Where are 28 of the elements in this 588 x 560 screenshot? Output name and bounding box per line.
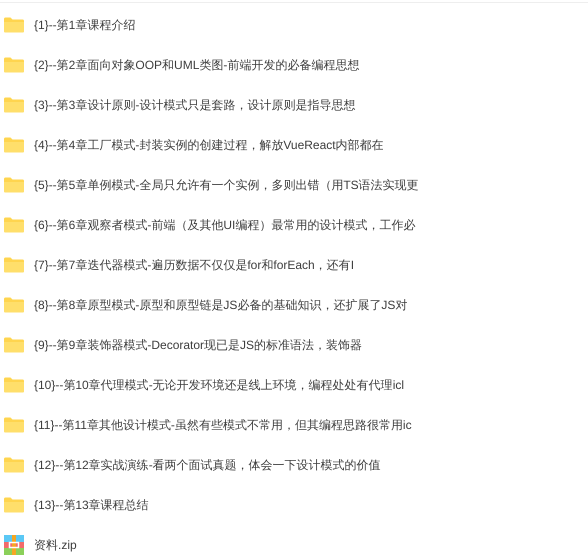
folder-name[interactable]: {13}--第13章课程总结 (34, 496, 149, 514)
folder-icon (4, 457, 24, 473)
folder-name[interactable]: {5}--第5章单例模式-全局只允许有一个实例，多则出错（用TS语法实现更 (34, 176, 419, 194)
folder-name[interactable]: {2}--第2章面向对象OOP和UML类图-前端开发的必备编程思想 (34, 56, 360, 74)
archive-icon (4, 535, 24, 555)
folder-icon (4, 377, 24, 393)
folder-icon (4, 417, 24, 433)
folder-icon (4, 97, 24, 113)
folder-name[interactable]: {12}--第12章实战演练-看两个面试真题，体会一下设计模式的价值 (34, 456, 381, 474)
folder-icon (4, 177, 24, 193)
folder-icon (4, 217, 24, 233)
folder-name[interactable]: {4}--第4章工厂模式-封装实例的创建过程，解放VueReact内部都在 (34, 136, 384, 154)
folder-name[interactable]: {11}--第11章其他设计模式-虽然有些模式不常用，但其编程思路很常用ic (34, 416, 412, 434)
folder-icon (4, 297, 24, 313)
file-name[interactable]: 资料.zip (34, 536, 77, 554)
folder-name[interactable]: {9}--第9章装饰器模式-Decorator现已是JS的标准语法，装饰器 (34, 336, 362, 354)
folder-name[interactable]: {10}--第10章代理模式-无论开发环境还是线上环境，编程处处有代理icl (34, 376, 404, 394)
folder-icon (4, 17, 24, 33)
folder-icon (4, 337, 24, 353)
folder-name[interactable]: {3}--第3章设计原则-设计模式只是套路，设计原则是指导思想 (34, 96, 356, 114)
folder-name[interactable]: {7}--第7章迭代器模式-遍历数据不仅仅是for和forEach，还有I (34, 256, 354, 274)
folder-icon (4, 497, 24, 513)
folder-name[interactable]: {1}--第1章课程介绍 (34, 16, 136, 34)
folder-icon (4, 257, 24, 273)
folder-name[interactable]: {6}--第6章观察者模式-前端（及其他UI编程）最常用的设计模式，工作必 (34, 216, 416, 234)
folder-icon (4, 137, 24, 153)
folder-icon (4, 57, 24, 73)
folder-name[interactable]: {8}--第8章原型模式-原型和原型链是JS必备的基础知识，还扩展了JS对 (34, 296, 408, 314)
